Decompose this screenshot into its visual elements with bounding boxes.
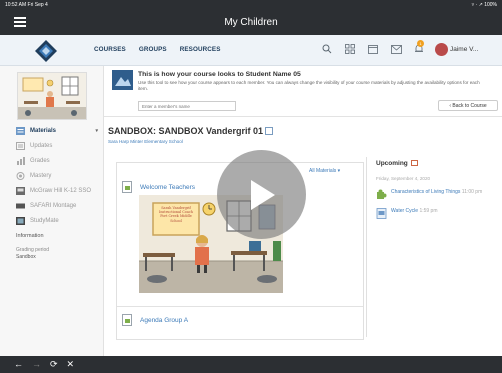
- upcoming-event[interactable]: Water Cycle 1:59 pm: [376, 208, 502, 219]
- notification-badge: 1: [417, 40, 424, 47]
- nav-resources[interactable]: RESOURCES: [180, 46, 221, 53]
- sidebar-item-updates[interactable]: Updates: [16, 138, 104, 153]
- materials-filter[interactable]: All Materials ▾: [309, 168, 340, 174]
- page-title: SANDBOX: SANDBOX Vandergrif 01: [108, 126, 274, 136]
- student-view-banner: This is how your course looks to Student…: [104, 66, 502, 117]
- caret-down-icon: ▾: [95, 127, 98, 134]
- upcoming-event[interactable]: Characteristics of Living Things 11:00 p…: [376, 189, 502, 200]
- puzzle-icon: [377, 189, 387, 199]
- back-to-course-button[interactable]: ‹ Back to Course: [438, 100, 498, 111]
- grading-period: Grading period Sandbox: [16, 247, 104, 261]
- nav-groups[interactable]: GROUPS: [139, 46, 167, 53]
- avatar: [435, 42, 448, 56]
- sidebar: Materials ▾ Updates Grades Mastery McGra…: [0, 66, 104, 356]
- apps-grid-icon[interactable]: [343, 42, 357, 56]
- search-icon[interactable]: [320, 42, 334, 56]
- mail-icon[interactable]: [389, 42, 403, 56]
- board-text: Sarah Vandergrif Instructional Coach For…: [155, 206, 197, 223]
- updates-icon: [16, 141, 25, 150]
- calendar-icon[interactable]: [410, 160, 418, 166]
- mcgraw-icon: [16, 186, 25, 195]
- top-nav: COURSES GROUPS RESOURCES 1 Jaime V...: [0, 35, 502, 66]
- sidebar-item-label: McGraw Hill K-12 SSO: [30, 187, 92, 194]
- nav-courses[interactable]: COURSES: [94, 46, 126, 53]
- back-arrow-icon[interactable]: ←: [14, 360, 23, 369]
- sidebar-item-label: SAFARI Montage: [30, 202, 77, 209]
- menu-icon[interactable]: [14, 17, 26, 27]
- upcoming-title: Upcoming: [376, 160, 502, 167]
- calendar-icon[interactable]: [366, 42, 380, 56]
- sidebar-item-safari-montage[interactable]: SAFARI Montage: [16, 198, 104, 213]
- course-info-icon[interactable]: [265, 127, 274, 135]
- sidebar-item-mastery[interactable]: Mastery: [16, 168, 104, 183]
- app-bar: My Children: [0, 9, 502, 35]
- folder-icon: [122, 314, 132, 326]
- list-item[interactable]: Welcome Teachers: [122, 181, 195, 193]
- information-heading: Information: [16, 233, 44, 239]
- upcoming-date: Friday, September 4, 2020: [376, 176, 431, 181]
- reload-icon[interactable]: ⟳: [50, 360, 58, 369]
- status-indicators: ▿ · ↗ 100%: [471, 1, 497, 8]
- banner-title: This is how your course looks to Student…: [138, 71, 301, 78]
- event-text: Characteristics of Living Things 11:00 p…: [391, 189, 482, 200]
- user-name: Jaime V...: [450, 45, 479, 53]
- status-time: 10:52 AM Fri Sep 4: [5, 1, 48, 8]
- sidebar-item-label: Mastery: [30, 172, 52, 179]
- divider: [117, 306, 363, 307]
- grading-period-value: Sandbox: [16, 254, 36, 260]
- event-title[interactable]: Characteristics of Living Things: [391, 189, 460, 195]
- sidebar-item-label: Grades: [30, 157, 50, 164]
- schoology-logo[interactable]: [34, 39, 58, 63]
- folder-link[interactable]: Welcome Teachers: [140, 184, 195, 191]
- list-item[interactable]: Agenda Group A: [122, 314, 188, 326]
- studymate-icon: [16, 216, 25, 225]
- browser-toolbar: ← → ⟳ ✕: [0, 356, 502, 373]
- upcoming-label: Upcoming: [376, 160, 408, 167]
- folder-link[interactable]: Agenda Group A: [140, 317, 188, 324]
- notifications-icon[interactable]: 1: [412, 40, 426, 56]
- mastery-icon: [16, 171, 25, 180]
- sidebar-item-materials[interactable]: Materials ▾: [16, 123, 104, 138]
- course-thumbnail: [17, 72, 87, 120]
- materials-icon: [16, 126, 25, 135]
- banner-description: Use this tool to see how your course app…: [138, 80, 480, 91]
- play-icon: [250, 179, 275, 210]
- event-text: Water Cycle 1:59 pm: [391, 208, 438, 219]
- member-name-input[interactable]: [138, 101, 236, 111]
- event-time: 1:59 pm: [419, 208, 438, 214]
- folder-icon: [122, 181, 132, 193]
- course-title: SANDBOX: SANDBOX Vandergrif 01: [108, 126, 264, 136]
- forward-arrow-icon[interactable]: →: [32, 360, 41, 369]
- board-line: Fort Creek Middle School: [160, 214, 192, 223]
- event-time: 11:00 pm: [461, 189, 483, 195]
- sidebar-item-label: Materials: [30, 127, 57, 134]
- play-button[interactable]: [217, 150, 306, 239]
- sidebar-item-label: StudyMate: [30, 217, 59, 224]
- close-icon[interactable]: ✕: [67, 360, 75, 369]
- event-title[interactable]: Water Cycle: [391, 208, 418, 214]
- safari-icon: [16, 203, 25, 208]
- main-content: SANDBOX: SANDBOX Vandergrif 01 Sara Harp…: [104, 117, 502, 356]
- sidebar-item-label: Updates: [30, 142, 53, 149]
- user-menu[interactable]: Jaime V...: [435, 42, 479, 56]
- sidebar-item-grades[interactable]: Grades: [16, 153, 104, 168]
- grading-period-label: Grading period: [16, 247, 50, 253]
- status-bar: 10:52 AM Fri Sep 4 ▿ · ↗ 100%: [0, 0, 502, 9]
- sidebar-item-mcgraw-hill[interactable]: McGraw Hill K-12 SSO: [16, 183, 104, 198]
- upcoming-panel: Upcoming Friday, September 4, 2020 Chara…: [366, 157, 502, 337]
- app-title: My Children: [224, 16, 278, 28]
- banner-thumbnail: [112, 70, 133, 90]
- grades-icon: [17, 156, 25, 165]
- sidebar-item-studymate[interactable]: StudyMate: [16, 213, 104, 228]
- school-link[interactable]: Sara Harp Minter Elementary School: [108, 139, 183, 144]
- document-icon: [376, 208, 387, 219]
